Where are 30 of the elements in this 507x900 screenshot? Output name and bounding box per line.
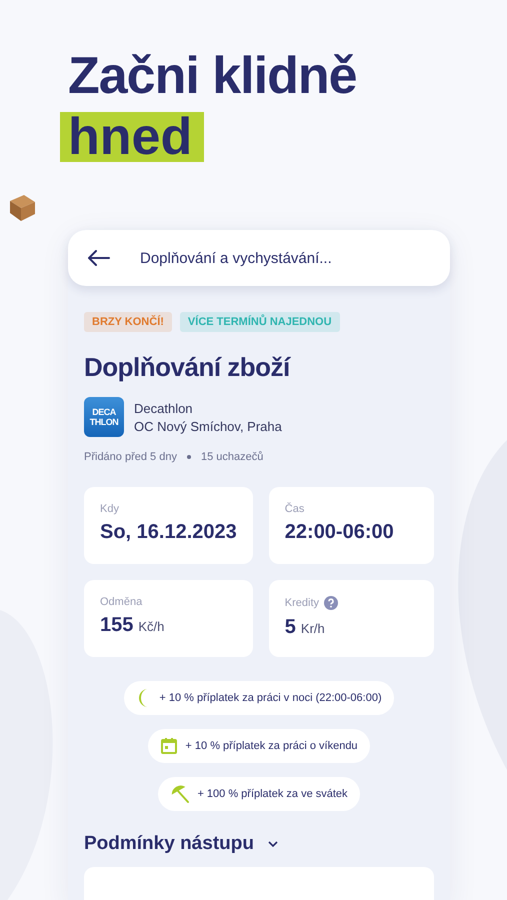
applicant-count: 15 uchazečů (200, 451, 264, 463)
info-value: So, 16.12.2023 (100, 521, 237, 544)
job-location: OC Nový Smíchov, Praha (134, 418, 282, 434)
section-title: Podmínky nástupu (84, 833, 254, 855)
posted-time: Přidáno před 5 dny (84, 451, 177, 463)
help-icon[interactable] (324, 596, 338, 610)
info-value: 22:00-06:00 (284, 521, 394, 544)
separator-dot (186, 455, 191, 459)
bonus-text: + 10 % příplatek za práci v noci (22:00-06:00) (159, 692, 382, 704)
header-title: Doplňování a vychystávání... (140, 250, 332, 266)
info-value: 5 (284, 616, 296, 639)
calendar-icon (160, 737, 178, 755)
chevron-icon[interactable] (268, 840, 278, 848)
bonus-text: + 100 % příplatek za ve svátek (197, 788, 348, 800)
info-value: 155 (100, 614, 134, 637)
bonus-text: + 10 % příplatek za práci o víkendu (185, 740, 358, 752)
info-label: Kredity (284, 597, 320, 609)
info-label: Odměna (100, 596, 142, 608)
company-name: Decathlon (134, 400, 194, 416)
headline: Začni klidně (68, 46, 357, 106)
job-title: Doplňování zboží (84, 352, 292, 383)
tag: BRZY KONČÍ! (84, 312, 172, 332)
tag: VÍCE TERMÍNŮ NAJEDNOU (180, 312, 340, 332)
info-label: Čas (284, 503, 304, 515)
info-unit: Kr/h (300, 621, 325, 636)
info-label: Kdy (100, 503, 119, 515)
headline-highlight: hned (60, 112, 204, 162)
back-arrow-icon[interactable] (88, 250, 110, 266)
company-logo: DECA THLON (84, 397, 124, 437)
info-unit: Kč/h (138, 619, 164, 634)
